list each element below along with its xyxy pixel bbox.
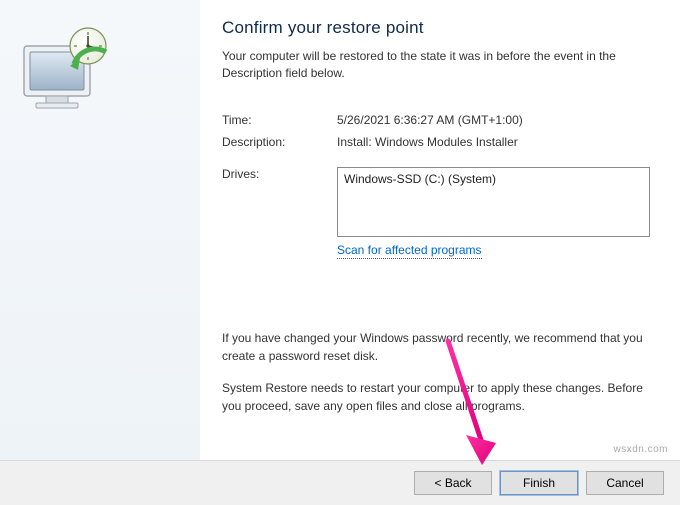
page-subtitle: Your computer will be restored to the st… [222, 48, 650, 83]
drive-item: Windows-SSD (C:) (System) [344, 172, 496, 186]
wizard-content: Confirm your restore point Your computer… [200, 0, 680, 460]
wizard-sidebar [0, 0, 200, 460]
password-note: If you have changed your Windows passwor… [222, 329, 650, 365]
back-button[interactable]: < Back [414, 471, 492, 495]
watermark-text: wsxdn.com [613, 444, 668, 455]
restart-note: System Restore needs to restart your com… [222, 379, 650, 415]
description-row: Description: Install: Windows Modules In… [222, 135, 650, 149]
description-label: Description: [222, 135, 337, 149]
cancel-button[interactable]: Cancel [586, 471, 664, 495]
time-row: Time: 5/26/2021 6:36:27 AM (GMT+1:00) [222, 113, 650, 127]
description-value: Install: Windows Modules Installer [337, 135, 650, 149]
time-label: Time: [222, 113, 337, 127]
finish-button[interactable]: Finish [500, 471, 578, 495]
notes-block: If you have changed your Windows passwor… [222, 329, 650, 415]
drives-row: Drives: Windows-SSD (C:) (System) [222, 167, 650, 237]
page-title: Confirm your restore point [222, 18, 650, 38]
drives-label: Drives: [222, 167, 337, 237]
time-value: 5/26/2021 6:36:27 AM (GMT+1:00) [337, 113, 650, 127]
scan-affected-programs-link[interactable]: Scan for affected programs [337, 243, 482, 259]
drives-listbox[interactable]: Windows-SSD (C:) (System) [337, 167, 650, 237]
wizard-button-bar: < Back Finish Cancel [0, 460, 680, 505]
main-area: Confirm your restore point Your computer… [0, 0, 680, 460]
system-restore-icon [18, 24, 114, 120]
